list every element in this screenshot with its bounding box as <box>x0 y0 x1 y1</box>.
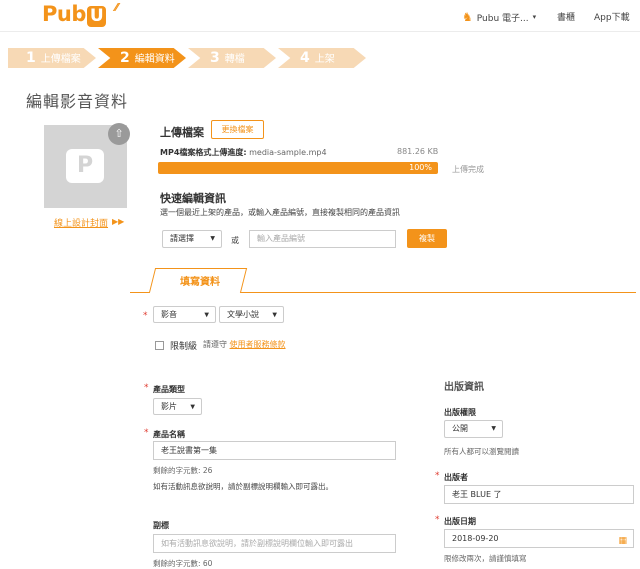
permission-hint: 所有人都可以瀏覽閱讀 <box>444 447 519 456</box>
user-avatar-icon: ♞ <box>462 10 473 24</box>
logo-badge: U <box>86 6 107 27</box>
media-type-select[interactable]: 影音 ▼ <box>153 306 216 323</box>
quick-edit-description: 選一個最近上架的產品，或輸入產品編號，直接複製相同的產品資訊 <box>160 208 400 217</box>
restricted-label: 限制級 <box>170 342 198 352</box>
product-name-hint: 如有活動訊息欲說明，請於副標說明欄輸入即可露出。 <box>153 482 333 491</box>
logo-spark-icon: ⁄⁄ <box>115 1 118 14</box>
file-size: 881.26 KB <box>397 147 439 156</box>
design-cover-link[interactable]: 線上設計封面 <box>54 216 108 229</box>
required-marker: * <box>144 428 149 438</box>
upload-filename: media-sample.mp4 <box>249 148 327 157</box>
upload-progress-bar: 100% <box>158 162 438 174</box>
required-marker: * <box>144 383 149 393</box>
change-file-button[interactable]: 更換檔案 <box>211 120 264 139</box>
pubu-logo[interactable]: Pub U ⁄⁄ <box>42 1 118 27</box>
top-header: Pub U ⁄⁄ ♞ Pubu 電子... ▾ 書櫃 App下載 <box>0 0 640 32</box>
product-name-input[interactable]: 老王說書第一集 <box>153 441 396 460</box>
subtitle-label: 副標 <box>153 521 169 530</box>
product-type-label: 產品類型 <box>153 385 185 394</box>
recent-product-select[interactable]: 請選擇 ▼ <box>162 230 222 248</box>
step-edit: 2 編輯資料 <box>98 48 186 68</box>
double-arrow-icon: ▶▶ <box>112 217 125 226</box>
copy-button[interactable]: 複製 <box>407 229 447 248</box>
terms-note: 請遵守 使用者服務條款 <box>203 340 286 349</box>
calendar-icon[interactable]: ▦ <box>618 533 627 550</box>
app-download-link[interactable]: App下載 <box>594 10 630 23</box>
bookshelf-link[interactable]: 書櫃 <box>557 10 575 23</box>
chevron-down-icon: ▼ <box>190 403 195 410</box>
chevron-down-icon: ▼ <box>204 311 209 318</box>
subtitle-input[interactable]: 如有活動訊息欲說明，請於副標說明欄位輸入即可露出 <box>153 534 396 553</box>
product-name-label: 產品名稱 <box>153 430 185 439</box>
upload-status: 上傳完成 <box>452 165 484 174</box>
product-name-remaining: 剩餘的字元數: 26 <box>153 466 213 475</box>
step-progress: 1 上傳檔案 2 編輯資料 3 轉檔 4 上架 <box>8 48 368 68</box>
or-text: 或 <box>231 236 239 245</box>
progress-percent: 100% <box>409 163 432 172</box>
publish-date-input[interactable]: 2018-09-20 ▦ <box>444 529 634 548</box>
publish-date-hint: 限修改兩次，請謹慎填寫 <box>444 554 527 563</box>
step-upload: 1 上傳檔案 <box>8 48 96 68</box>
chevron-down-icon: ▼ <box>272 311 277 318</box>
permission-label: 出版權限 <box>444 408 476 417</box>
pubu-placeholder-icon: P <box>66 149 104 183</box>
step-publish: 4 上架 <box>278 48 366 68</box>
step-convert: 3 轉檔 <box>188 48 276 68</box>
required-marker: * <box>435 515 440 525</box>
page-title: 編輯影音資料 <box>26 92 129 111</box>
publish-date-label: 出版日期 <box>444 517 476 526</box>
permission-select[interactable]: 公開 ▼ <box>444 420 503 438</box>
logo-text: Pub <box>42 2 86 26</box>
chevron-down-icon: ▼ <box>491 425 496 432</box>
restricted-checkbox[interactable] <box>155 341 164 350</box>
upload-progress-label: MP4檔案格式上傳進度: media-sample.mp4 <box>160 148 327 157</box>
upload-cover-icon[interactable]: ⇧ <box>108 123 130 145</box>
user-menu[interactable]: ♞ Pubu 電子... ▾ <box>462 10 536 24</box>
required-marker: * <box>435 471 440 481</box>
tab-fill-info-label: 填寫資料 <box>180 277 220 288</box>
genre-select[interactable]: 文學小說 ▼ <box>219 306 284 323</box>
subtitle-remaining: 剩餘的字元數: 60 <box>153 559 213 568</box>
upload-label: 上傳檔案 <box>160 126 204 139</box>
user-label: Pubu 電子... <box>476 13 529 24</box>
publisher-label: 出版者 <box>444 473 468 482</box>
upload-progress-fill <box>158 162 438 174</box>
quick-edit-title: 快速編輯資訊 <box>160 192 226 205</box>
chevron-down-icon: ▾ <box>532 13 537 21</box>
publisher-input[interactable]: 老王 BLUE 了 <box>444 485 634 504</box>
publish-section-title: 出版資訊 <box>444 382 484 393</box>
product-type-select[interactable]: 影片 ▼ <box>153 398 202 415</box>
required-marker: * <box>143 311 148 321</box>
chevron-down-icon: ▼ <box>210 235 215 242</box>
terms-link[interactable]: 使用者服務條款 <box>230 340 286 349</box>
product-id-input[interactable]: 輸入產品編號 <box>249 230 396 248</box>
